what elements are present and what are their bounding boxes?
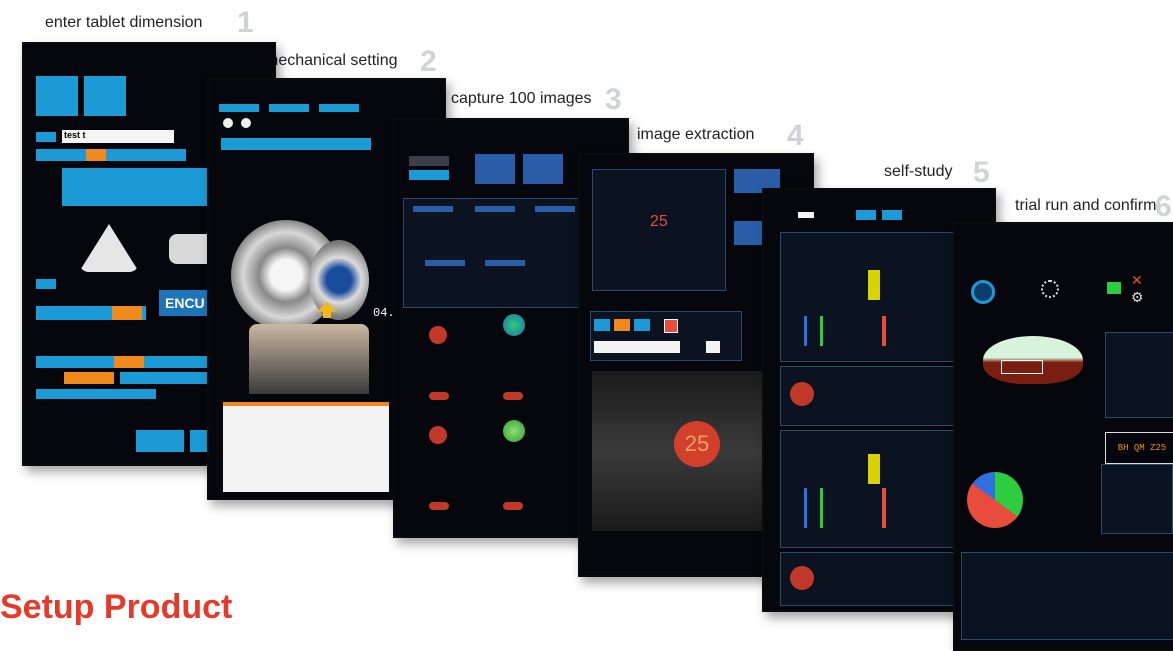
step-2-number: 2: [420, 45, 437, 78]
captured-green-tablet: [503, 420, 525, 442]
run-status-icon: [971, 280, 995, 304]
histogram-peak-blue: [804, 316, 807, 346]
confirm-button[interactable]: [136, 430, 184, 452]
histogram-peak-blue: [804, 488, 807, 528]
capture-button[interactable]: [409, 170, 449, 180]
shape-tab-row[interactable]: [36, 149, 186, 161]
filter-button[interactable]: [634, 319, 650, 331]
step-6-number: 6: [1155, 190, 1172, 223]
option-selected[interactable]: [64, 372, 114, 384]
captured-red-side: [429, 502, 449, 510]
tab-button[interactable]: [319, 104, 359, 112]
study-button[interactable]: [882, 210, 902, 220]
save-icon[interactable]: [1107, 282, 1121, 294]
inspection-trend-chart: [961, 552, 1173, 640]
mode-toggle[interactable]: [798, 212, 814, 218]
turret-image: [249, 324, 369, 394]
captured-red-tablet: [429, 426, 447, 444]
step-5-label: self-study: [884, 163, 953, 180]
captured-red-tablet: [429, 326, 447, 344]
filter-button[interactable]: [594, 319, 610, 331]
captured-blue-tablet: [503, 314, 525, 336]
gear-icon[interactable]: ⚙: [1131, 290, 1145, 304]
row-tag: [36, 279, 56, 289]
device-button[interactable]: [84, 76, 126, 116]
row-tag: [36, 132, 56, 142]
step-6-label: trial run and confirm: [1015, 197, 1157, 214]
log-panel: [223, 402, 389, 492]
filter-button-active[interactable]: [614, 319, 630, 331]
sample-tablet-icon: [790, 566, 814, 590]
captured-red-side: [429, 392, 449, 400]
param-value[interactable]: [112, 306, 142, 320]
tablet-triangle-image: [79, 224, 139, 272]
step-4-label: image extraction: [637, 126, 755, 143]
measurement-box: [1001, 360, 1043, 374]
param-bar: [425, 260, 465, 266]
study-button[interactable]: [856, 210, 876, 220]
count-readout: BH QM Z25: [1105, 432, 1173, 464]
color-swatch[interactable]: [664, 319, 678, 333]
step-2-label: mechanical setting: [265, 52, 398, 69]
captured-red-side: [503, 502, 523, 510]
shape-selector-row[interactable]: [594, 341, 680, 353]
captured-red-side: [503, 392, 523, 400]
param-bar: [475, 206, 515, 212]
radio-option[interactable]: [241, 118, 251, 128]
page-title: Setup Product: [0, 588, 233, 626]
spec-table: [1105, 332, 1173, 418]
settings-block[interactable]: [523, 154, 563, 184]
step-3-number: 3: [605, 83, 622, 116]
param-bar: [535, 206, 575, 212]
sample-tablet-icon: [790, 382, 814, 406]
histogram-peak-yellow: [868, 270, 880, 300]
histogram-peak-yellow: [868, 454, 880, 484]
step-3-label: capture 100 images: [451, 90, 592, 107]
close-icon[interactable]: ✕: [1131, 273, 1143, 287]
shape-tab-active[interactable]: [86, 149, 106, 161]
histogram-peak-red: [882, 488, 886, 528]
camera-view: [1101, 464, 1173, 534]
refresh-icon[interactable]: [1041, 280, 1059, 298]
screenshot-trial-run: ✕ ⚙ BH QM Z25: [953, 222, 1173, 651]
step-5-number: 5: [973, 156, 990, 189]
param-bar: [485, 260, 525, 266]
mechanical-disc-image: [309, 240, 369, 320]
header-bar: [221, 138, 371, 150]
param-bar: [413, 206, 453, 212]
histogram-peak-green: [820, 488, 823, 528]
result-pie-chart: [967, 472, 1023, 528]
histogram-peak-green: [820, 316, 823, 346]
settings-block[interactable]: [475, 154, 515, 184]
keyboard-button[interactable]: [36, 76, 78, 116]
extracted-tablet-image: 25: [674, 421, 720, 467]
step-1-number: 1: [237, 6, 254, 39]
shape-selector[interactable]: [706, 341, 720, 353]
name-input[interactable]: test t: [62, 130, 174, 143]
option-selected[interactable]: [114, 356, 144, 368]
histogram-peak-red: [882, 316, 886, 346]
step-4-number: 4: [787, 119, 804, 152]
radio-option[interactable]: [223, 118, 233, 128]
tab-button[interactable]: [269, 104, 309, 112]
option-row[interactable]: [36, 389, 156, 399]
shape-grid[interactable]: [62, 168, 222, 206]
capture-button[interactable]: [409, 156, 449, 166]
preview-counter: 25: [650, 213, 668, 230]
tab-button[interactable]: [219, 104, 259, 112]
step-1-label: enter tablet dimension: [45, 14, 203, 31]
